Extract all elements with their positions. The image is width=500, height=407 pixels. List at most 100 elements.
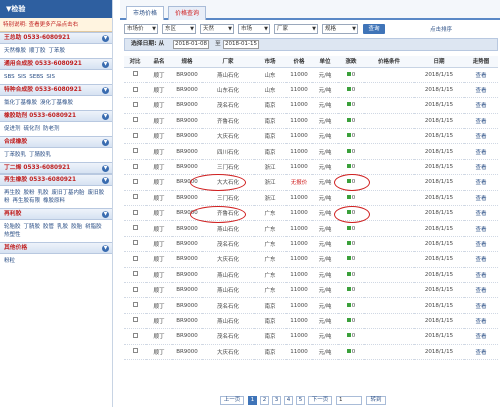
compare-checkbox[interactable] [132, 178, 138, 184]
sidebar-link[interactable]: 天然橡胶 [4, 48, 26, 54]
sidebar-link[interactable]: 丁苯胶乳 [4, 152, 26, 158]
sidebar-link[interactable]: 丁腈胶 [24, 224, 41, 230]
trend-link[interactable]: 查看 [464, 220, 498, 237]
trend-link[interactable]: 查看 [464, 251, 498, 268]
trend-link[interactable]: 查看 [464, 205, 498, 222]
compare-checkbox[interactable] [132, 86, 138, 92]
sidebar-section-title[interactable]: 其他价格 ▼ [0, 242, 112, 254]
trend-link[interactable]: 查看 [464, 113, 498, 130]
spec-select[interactable]: 规格 ▼ [322, 24, 358, 34]
sidebar-link[interactable]: 轮胎胶 [4, 224, 21, 230]
compare-checkbox[interactable] [132, 271, 138, 277]
sidebar-section-title[interactable]: 通用合成胶 0533-6080921 ▼ [0, 58, 112, 70]
chevron-down-icon[interactable]: ▼ [102, 211, 109, 218]
sidebar-link[interactable]: 防老剂 [43, 126, 60, 132]
trend-link[interactable]: 查看 [464, 344, 498, 360]
next-page-button[interactable]: 下一页 [308, 396, 332, 405]
manufacturer-select[interactable]: 厂家 ▼ [274, 24, 318, 34]
compare-checkbox[interactable] [132, 240, 138, 246]
trend-link[interactable]: 查看 [464, 297, 498, 314]
trend-link[interactable]: 查看 [464, 236, 498, 253]
compare-checkbox[interactable] [132, 71, 138, 77]
page-3-button[interactable]: 3 [272, 396, 281, 405]
compare-checkbox[interactable] [132, 163, 138, 169]
compare-checkbox[interactable] [132, 317, 138, 323]
sidebar-link[interactable]: 乳胶 [38, 190, 49, 196]
trend-link[interactable]: 查看 [464, 190, 498, 207]
chevron-down-icon[interactable]: ▼ [102, 113, 109, 120]
sidebar-link[interactable]: SIS [46, 74, 55, 80]
compare-checkbox[interactable] [132, 117, 138, 123]
market-select[interactable]: 市场价 ▼ [124, 24, 158, 34]
trend-link[interactable]: 查看 [464, 174, 498, 191]
prev-page-button[interactable]: 上一页 [220, 396, 244, 405]
sidebar-section-title[interactable]: 特种合成胶 0533-6080921 ▼ [0, 84, 112, 96]
trend-link[interactable]: 查看 [464, 82, 498, 99]
type-select[interactable]: 天然 ▼ [200, 24, 234, 34]
page-4-button[interactable]: 4 [284, 396, 293, 405]
chevron-down-icon[interactable]: ▼ [102, 35, 109, 42]
trend-link[interactable]: 查看 [464, 282, 498, 299]
sidebar-link[interactable]: SIS [18, 74, 27, 80]
sidebar-section-title[interactable]: 再利胶 ▼ [0, 208, 112, 220]
sidebar-link[interactable]: 丁腈胶乳 [29, 152, 51, 158]
chevron-down-icon[interactable]: ▼ [102, 139, 109, 146]
page-5-button[interactable]: 5 [296, 396, 305, 405]
sidebar-link[interactable]: 粉粒 [4, 258, 15, 264]
compare-checkbox[interactable] [132, 225, 138, 231]
compare-checkbox[interactable] [132, 332, 138, 338]
compare-checkbox[interactable] [132, 148, 138, 154]
compare-checkbox[interactable] [132, 101, 138, 107]
compare-checkbox[interactable] [132, 348, 138, 354]
page-2-button[interactable]: 2 [260, 396, 269, 405]
chevron-down-icon[interactable]: ▼ [102, 61, 109, 68]
sidebar-link[interactable]: SEBS [29, 74, 43, 80]
date-to-input[interactable]: 2018-01-15 [223, 40, 259, 49]
compare-checkbox[interactable] [132, 255, 138, 261]
sidebar-section-title[interactable]: 合成橡胶 ▼ [0, 136, 112, 148]
trend-link[interactable]: 查看 [464, 67, 498, 83]
sidebar-link[interactable]: 丁苯胶 [49, 48, 66, 54]
trend-link[interactable]: 查看 [464, 128, 498, 145]
tab-price-query[interactable]: 价格查询 [168, 6, 207, 20]
chevron-down-icon[interactable]: ▼ [102, 177, 109, 184]
city-select[interactable]: 市场 ▼ [238, 24, 270, 34]
compare-checkbox[interactable] [132, 209, 138, 215]
chevron-down-icon[interactable]: ▼ [102, 245, 109, 252]
sidebar-link[interactable]: 树脂胶 [85, 224, 102, 230]
trend-link[interactable]: 查看 [464, 159, 498, 176]
sidebar-section-title[interactable]: 橡胶助剂 0533-6080921 ▼ [0, 110, 112, 122]
query-button[interactable]: 查询 [363, 24, 385, 34]
compare-checkbox[interactable] [132, 194, 138, 200]
sidebar-section-title[interactable]: 丁二烯 0533-6080921 ▼ [0, 162, 112, 174]
trend-link[interactable]: 查看 [464, 97, 498, 114]
sidebar-link[interactable]: 胶粉 [24, 190, 35, 196]
region-select[interactable]: 东区 ▼ [162, 24, 196, 34]
sidebar-link[interactable]: 硫化剂 [24, 126, 41, 132]
trend-link[interactable]: 查看 [464, 143, 498, 160]
sidebar-link[interactable]: 溴化丁基橡胶 [40, 100, 73, 106]
sidebar-section-title[interactable]: 王总助 0533-6080921 ▼ [0, 32, 112, 44]
date-from-input[interactable]: 2018-01-08 [173, 40, 209, 49]
compare-checkbox[interactable] [132, 302, 138, 308]
sidebar-link[interactable]: 氯化丁基橡胶 [4, 100, 37, 106]
sidebar-link[interactable]: 再生胶有限 [13, 198, 41, 204]
sidebar-link[interactable]: 乳胶 [57, 224, 68, 230]
sidebar-link[interactable]: 再生胶 [4, 190, 21, 196]
sidebar-link[interactable]: SBS [4, 74, 15, 80]
sidebar-link[interactable]: 橡胶原料 [43, 198, 65, 204]
tab-market-price[interactable]: 市场价格 [126, 6, 165, 20]
sidebar-link[interactable]: 胶胎 [71, 224, 82, 230]
sidebar-section-title[interactable]: 再生橡胶 0533-6080921 ▼ [0, 174, 112, 186]
chevron-down-icon[interactable]: ▼ [102, 165, 109, 172]
compare-checkbox[interactable] [132, 132, 138, 138]
compare-checkbox[interactable] [132, 286, 138, 292]
sidebar-link[interactable]: 促进剂 [4, 126, 21, 132]
go-page-button[interactable]: 转到 [366, 396, 386, 405]
page-1-button[interactable]: 1 [248, 396, 257, 405]
trend-link[interactable]: 查看 [464, 328, 498, 345]
sort-link[interactable]: 点击排序 [430, 25, 452, 33]
trend-link[interactable]: 查看 [464, 313, 498, 330]
chevron-down-icon[interactable]: ▼ [102, 87, 109, 94]
sidebar-link[interactable]: 顺丁胶 [29, 48, 46, 54]
